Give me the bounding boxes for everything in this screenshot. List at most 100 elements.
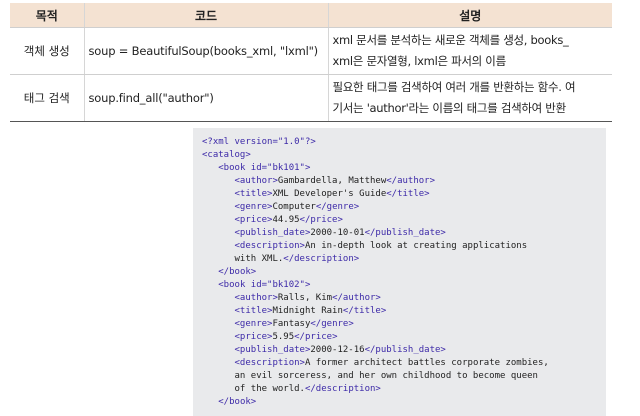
xml-text: an evil sorceress, and her own childhood… xyxy=(234,371,538,381)
function-table: 목적 코드 설명 객체 생성 soup = BeautifulSoup(book… xyxy=(10,3,612,122)
cell-code: soup.find_all("author") xyxy=(83,74,328,122)
cell-description: 필요한 태그를 검색하여 여러 개를 반환하는 함수. 여 기서는 'autho… xyxy=(327,74,612,122)
xml-text: Ralls, Kim xyxy=(277,293,333,303)
xml-tag: </price> xyxy=(299,215,343,225)
xml-tag: <price> xyxy=(234,332,273,342)
xml-tag: <title> xyxy=(234,306,273,316)
xml-tag: <catalog> xyxy=(202,150,251,160)
cell-description: xml 문서를 분석하는 새로운 객체를 생성, books_ xml은 문자열… xyxy=(327,27,612,75)
code-line: </book> xyxy=(202,266,549,279)
xml-tag: <genre> xyxy=(234,319,273,329)
code-line: <book id="bk102"> xyxy=(202,279,549,292)
xml-tag: <publish_date> xyxy=(234,345,311,355)
xml-tag: </price> xyxy=(294,332,338,342)
xml-text: with XML. xyxy=(234,254,284,264)
cell-purpose: 태그 검색 xyxy=(10,74,84,122)
xml-tag: <description> xyxy=(234,358,305,368)
xml-text: Midnight Rain xyxy=(272,306,343,316)
table-row: 객체 생성 soup = BeautifulSoup(books_xml, "l… xyxy=(10,27,612,75)
description-line: xml은 문자열형, lxml은 파서의 이름 xyxy=(332,54,507,68)
xml-tag: </genre> xyxy=(315,202,360,212)
xml-tag: <title> xyxy=(234,189,273,199)
xml-tag: <?xml version="1.0"?> xyxy=(202,137,316,147)
table-header-row: 목적 코드 설명 xyxy=(10,3,612,28)
xml-tag: <price> xyxy=(234,215,273,225)
code-line: <genre>Fantasy</genre> xyxy=(202,318,549,331)
xml-tag: </publish_date> xyxy=(364,228,446,238)
code-line: <author>Ralls, Kim</author> xyxy=(202,292,549,305)
xml-text: Gambardella, Matthew xyxy=(277,176,387,186)
xml-tag: </title> xyxy=(386,189,430,199)
description-line: xml 문서를 분석하는 새로운 객체를 생성, books_ xyxy=(332,33,569,47)
xml-text: 2000-12-16 xyxy=(310,345,365,355)
xml-tag: </book> xyxy=(218,397,257,407)
xml-tag: </publish_date> xyxy=(364,345,446,355)
xml-tag: </description> xyxy=(304,384,381,394)
code-line: <description>An in-depth look at creatin… xyxy=(202,240,549,253)
header-purpose: 목적 xyxy=(10,3,84,28)
code-line: <author>Gambardella, Matthew</author> xyxy=(202,175,549,188)
xml-tag: <book id="bk102"> xyxy=(218,280,311,290)
xml-text: 5.95 xyxy=(272,332,295,342)
code-line: <price>5.95</price> xyxy=(202,331,549,344)
cell-purpose: 객체 생성 xyxy=(10,27,84,75)
xml-tag: </description> xyxy=(283,254,360,264)
xml-tag: </genre> xyxy=(310,319,354,329)
xml-tag: <author> xyxy=(234,293,278,303)
code-lines: <?xml version="1.0"?> <catalog> <book id=… xyxy=(202,136,549,409)
code-line: <catalog> xyxy=(202,149,549,162)
xml-text: of the world. xyxy=(234,384,305,394)
xml-text: 44.95 xyxy=(272,215,300,225)
header-description: 설명 xyxy=(327,3,612,28)
code-line: <publish_date>2000-12-16</publish_date> xyxy=(202,344,549,357)
code-line: <price>44.95</price> xyxy=(202,214,549,227)
table-row: 태그 검색 soup.find_all("author") 필요한 태그를 검색… xyxy=(10,74,612,122)
xml-text: An in-depth look at creating application… xyxy=(304,241,528,251)
cell-code: soup = BeautifulSoup(books_xml, "lxml") xyxy=(83,27,328,75)
xml-tag: </book> xyxy=(218,267,257,277)
description-line: 기서는 'author'라는 이름의 태그를 검색하여 반환 xyxy=(332,101,567,115)
code-line: with XML.</description> xyxy=(202,253,549,266)
xml-tag: <author> xyxy=(234,176,278,186)
header-code: 코드 xyxy=(83,3,328,28)
code-line: of the world.</description> xyxy=(202,383,549,396)
xml-tag: </author> xyxy=(332,293,381,303)
xml-text: A former architect battles corporate zom… xyxy=(304,358,549,368)
xml-tag: <genre> xyxy=(234,202,273,212)
code-line: </book> xyxy=(202,396,549,409)
code-line: an evil sorceress, and her own childhood… xyxy=(202,370,549,383)
xml-tag: <publish_date> xyxy=(234,228,311,238)
xml-text: Fantasy xyxy=(272,319,311,329)
xml-text: 2000-10-01 xyxy=(310,228,365,238)
code-line: <book id="bk101"> xyxy=(202,162,549,175)
code-line: <genre>Computer</genre> xyxy=(202,201,549,214)
xml-text: XML Developer's Guide xyxy=(272,189,387,199)
code-line: <title>Midnight Rain</title> xyxy=(202,305,549,318)
xml-tag: </author> xyxy=(386,176,436,186)
xml-tag: <book id="bk101"> xyxy=(218,163,311,173)
code-line: <?xml version="1.0"?> xyxy=(202,136,549,149)
code-line: <description>A former architect battles … xyxy=(202,357,549,370)
code-line: <title>XML Developer's Guide</title> xyxy=(202,188,549,201)
description-line: 필요한 태그를 검색하여 여러 개를 반환하는 함수. 여 xyxy=(332,80,576,94)
code-line: <publish_date>2000-10-01</publish_date> xyxy=(202,227,549,240)
xml-tag: <description> xyxy=(234,241,305,251)
